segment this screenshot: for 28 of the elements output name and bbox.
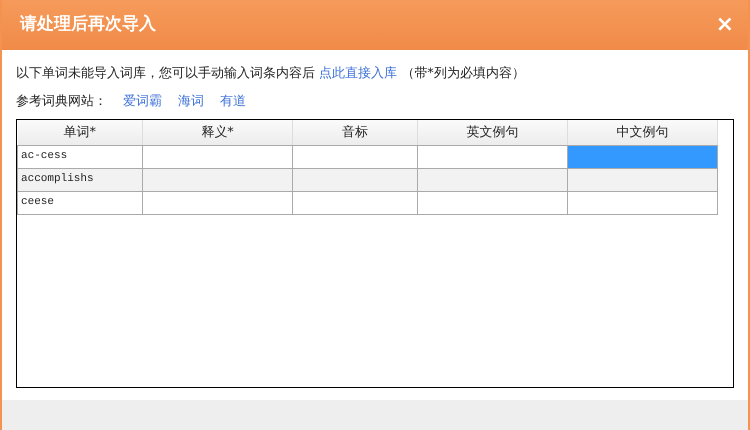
table-cell[interactable] bbox=[142, 191, 292, 214]
table-cell[interactable] bbox=[292, 168, 418, 191]
dialog-title: 请处理后再次导入 bbox=[20, 13, 156, 36]
word-cell[interactable]: accomplishs bbox=[18, 168, 142, 191]
table-cell[interactable] bbox=[568, 145, 718, 168]
table-cell[interactable] bbox=[418, 191, 568, 214]
message-text: 以下单词未能导入词库，您可以手动输入词条内容后 bbox=[16, 66, 315, 81]
dictionary-link[interactable]: 有道 bbox=[220, 92, 246, 111]
table-cell[interactable] bbox=[142, 168, 292, 191]
import-link[interactable]: 点此直接入库 bbox=[319, 66, 398, 81]
table-cell[interactable] bbox=[292, 145, 418, 168]
column-header: 英文例句 bbox=[418, 120, 568, 145]
table-cell[interactable] bbox=[142, 145, 292, 168]
word-cell[interactable]: ceese bbox=[18, 191, 142, 214]
column-header: 单词* bbox=[18, 120, 142, 145]
table-cell[interactable] bbox=[292, 191, 418, 214]
dictionary-link[interactable]: 海词 bbox=[178, 92, 204, 111]
note-text: （带*列为必填内容） bbox=[401, 66, 525, 81]
column-header: 音标 bbox=[292, 120, 418, 145]
dictionary-link[interactable]: 爱词霸 bbox=[123, 92, 162, 111]
table-cell[interactable] bbox=[568, 168, 718, 191]
table-cell[interactable] bbox=[418, 168, 568, 191]
table-cell[interactable] bbox=[568, 191, 718, 214]
column-header: 中文例句 bbox=[568, 120, 718, 145]
reference-label: 参考词典网站： bbox=[16, 92, 107, 110]
column-header: 释义* bbox=[142, 120, 292, 145]
table-cell[interactable] bbox=[418, 145, 568, 168]
word-cell[interactable]: ac-cess bbox=[18, 145, 142, 168]
